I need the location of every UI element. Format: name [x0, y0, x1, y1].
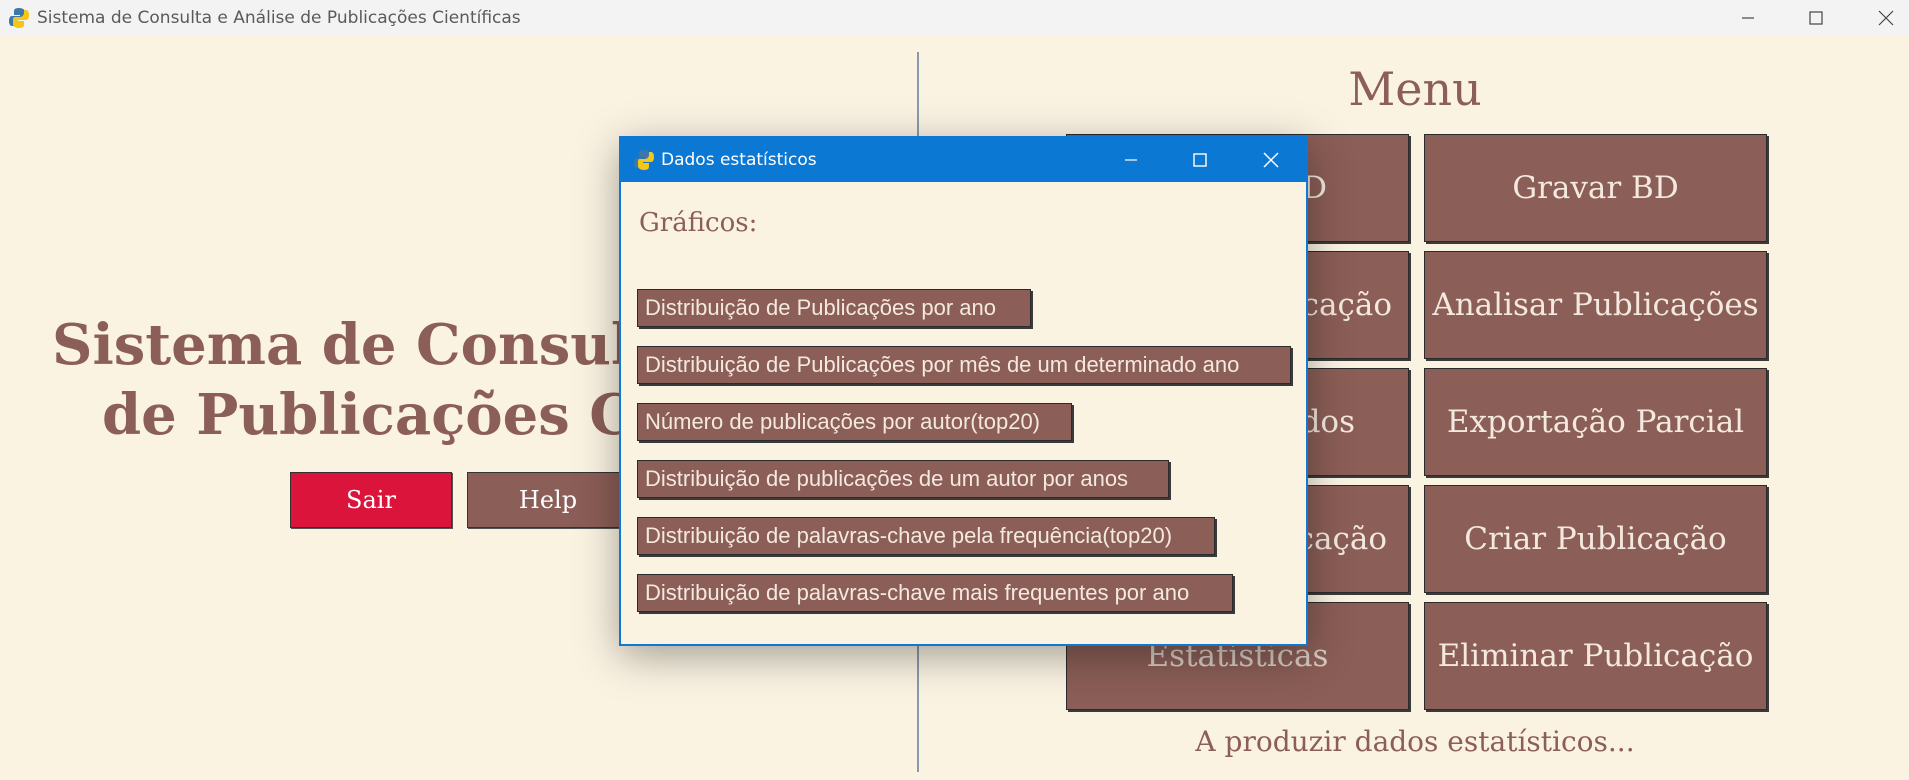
- minimize-button[interactable]: [1713, 0, 1783, 35]
- grafico-publicacoes-por-mes-button[interactable]: Distribuição de Publicações por mês de u…: [637, 346, 1291, 384]
- minimize-icon: [1125, 159, 1137, 161]
- app-title-line1: Sistema de Consulta: [52, 312, 695, 378]
- dialog-title: Dados estatísticos: [661, 150, 817, 170]
- maximize-button[interactable]: [1781, 0, 1851, 35]
- python-icon: [9, 7, 29, 28]
- menu-title: Menu: [1348, 62, 1482, 116]
- status-text: A produzir dados estatísticos...: [1195, 725, 1635, 758]
- graficos-heading: Gráficos:: [639, 208, 758, 238]
- dialog-close-button[interactable]: [1241, 138, 1301, 182]
- grafico-palavras-chave-por-ano-button[interactable]: Distribuição de palavras-chave mais freq…: [637, 574, 1233, 612]
- menu-button-eliminar-publicacao[interactable]: Eliminar Publicação: [1424, 602, 1767, 710]
- dialog-minimize-button[interactable]: [1101, 138, 1161, 182]
- help-button[interactable]: Help: [467, 472, 629, 528]
- grafico-publicacoes-por-autor-button[interactable]: Número de publicações por autor(top20): [637, 403, 1072, 441]
- dialog-titlebar: Dados estatísticos: [621, 138, 1306, 182]
- maximize-icon: [1809, 10, 1823, 25]
- dialog-maximize-button[interactable]: [1170, 138, 1230, 182]
- python-icon: [634, 150, 654, 170]
- menu-button-criar-publicacao[interactable]: Criar Publicação: [1424, 485, 1767, 593]
- menu-button-exportacao-parcial[interactable]: Exportação Parcial: [1424, 368, 1767, 476]
- close-button[interactable]: [1851, 0, 1909, 35]
- minimize-icon: [1742, 16, 1754, 19]
- maximize-icon: [1193, 153, 1207, 167]
- close-icon: [1263, 152, 1279, 168]
- menu-button-analisar-publicacoes[interactable]: Analisar Publicações: [1424, 251, 1767, 359]
- dados-estatisticos-dialog: Dados estatísticos Gráficos: Distribuiçã…: [619, 136, 1308, 646]
- menu-button-gravar-bd[interactable]: Gravar BD: [1424, 134, 1767, 242]
- grafico-palavras-chave-frequencia-button[interactable]: Distribuição de palavras-chave pela freq…: [637, 517, 1215, 555]
- sair-button[interactable]: Sair: [290, 472, 452, 528]
- grafico-publicacoes-autor-por-anos-button[interactable]: Distribuição de publicações de um autor …: [637, 460, 1169, 498]
- window-titlebar: Sistema de Consulta e Análise de Publica…: [0, 0, 1909, 35]
- window-title: Sistema de Consulta e Análise de Publica…: [37, 7, 521, 28]
- grafico-publicacoes-por-ano-button[interactable]: Distribuição de Publicações por ano: [637, 289, 1031, 327]
- close-icon: [1878, 10, 1894, 25]
